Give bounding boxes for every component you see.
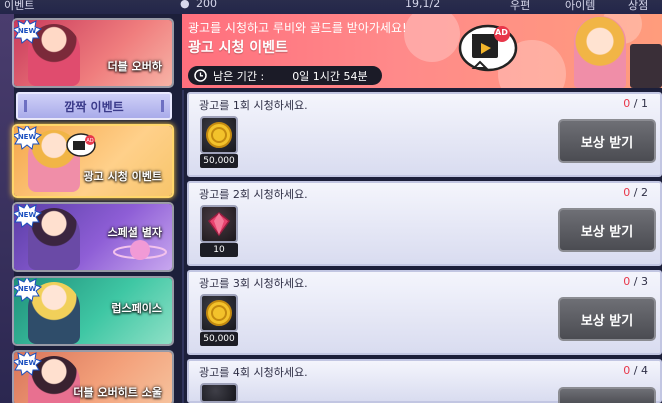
new-badge-icon: NEW [14,204,42,228]
list-divider [182,90,184,403]
mission-row: 광고를 3회 시청하세요. 0 / 3 50,000 보상 받기 [187,270,662,355]
svg-text:NEW: NEW [18,359,37,367]
hud-items[interactable]: 아이템 [565,0,595,13]
new-badge-icon: NEW [14,352,42,376]
event-period: 남은 기간 : 0일 1시간 54분 [188,66,382,85]
claim-reward-button[interactable] [558,387,656,403]
claim-reward-button[interactable]: 보상 받기 [558,208,656,252]
banner-subtitle: 광고를 시청하고 루비와 골드를 받아가세요! [188,21,407,35]
ruby-icon [207,212,231,237]
reward-slot [200,116,238,154]
sidebar-item-label: 더블 오버하 [107,60,162,73]
claim-reward-button[interactable]: 보상 받기 [558,297,656,341]
mission-desc: 광고를 4회 시청하세요. [199,366,308,379]
svg-text:NEW: NEW [18,133,37,141]
sidebar-item-label: 광고 시청 이벤트 [83,170,163,183]
event-sidebar: NEW 더블 오버하 깜짝 이벤트 AD NEW 광고 시청 이벤트 NEW 스… [12,18,178,403]
reward-quantity: 50,000 [200,332,238,346]
mission-row: 광고를 4회 시청하세요. 0 / 4 [187,359,662,403]
mission-progress: 0 / 1 [623,97,648,110]
planet-icon [113,240,167,260]
surprise-event-label: 깜짝 이벤트 [64,99,124,114]
mission-progress: 0 / 4 [623,364,648,377]
period-label: 남은 기간 : [213,69,265,83]
period-value: 0일 1시간 54분 [292,69,368,83]
coin-icon: ● [180,0,190,10]
svg-text:NEW: NEW [18,27,37,35]
sidebar-item-ad-event[interactable]: AD NEW 광고 시청 이벤트 [12,124,174,198]
hud-shop[interactable]: 상점 [628,0,648,13]
reward-quantity: 50,000 [200,154,238,168]
surprise-event-header: 깜짝 이벤트 [16,92,172,120]
mission-desc: 광고를 2회 시청하세요. [199,188,308,201]
gold-coin-icon [206,122,232,148]
mission-progress: 0 / 3 [623,275,648,288]
ad-badge-text: AD [495,28,508,37]
reward-quantity: 10 [200,243,238,257]
sidebar-item-love-space[interactable]: NEW 럽스페이스 [12,276,174,346]
ad-bubble-icon: AD [66,133,96,157]
event-banner: 광고를 시청하고 루비와 골드를 받아가세요! 광고 시청 이벤트 AD 남은 … [182,14,662,88]
new-badge-icon: NEW [14,126,42,150]
mission-desc: 광고를 3회 시청하세요. [199,277,308,290]
ad-video-icon [458,24,518,72]
sidebar-item-label: 더블 오버히트 소울 [73,386,162,399]
hud-score: 19,1/2 [405,0,441,10]
hud-mail[interactable]: 우편 [510,0,530,13]
new-badge-icon: NEW [14,278,42,302]
reward-slot [200,294,238,332]
mission-desc: 광고를 1회 시청하세요. [199,99,308,112]
sidebar-item-label: 스페셜 별자 [107,226,162,239]
hud-event-label: 이벤트 [4,0,35,12]
new-badge-icon: NEW [14,20,42,44]
svg-text:AD: AD [86,138,93,144]
claim-reward-button[interactable]: 보상 받기 [558,119,656,163]
banner-title: 광고 시청 이벤트 [188,40,288,56]
mission-row: 광고를 2회 시청하세요. 0 / 2 10 보상 받기 [187,181,662,266]
gold-coin-icon [206,300,232,326]
sidebar-item-double-overhit[interactable]: NEW 더블 오버하 [12,18,174,88]
sidebar-item-label: 럽스페이스 [111,302,162,315]
sidebar-item-special-star[interactable]: NEW 스페셜 별자 [12,202,174,272]
monitor-prop [630,44,662,88]
mission-row: 광고를 1회 시청하세요. 0 / 1 50,000 보상 받기 [187,92,662,177]
clock-icon [194,69,207,82]
svg-text:NEW: NEW [18,211,37,219]
reward-slot [200,205,238,243]
reward-slot [200,383,238,403]
top-hud: 이벤트 ● 200 19,1/2 우편 아이템 상점 [0,0,662,14]
character-portrait [574,16,626,88]
hud-coins: 200 [196,0,217,10]
sidebar-item-double-overhit-soul[interactable]: NEW 더블 오버히트 소울 [12,350,174,403]
mission-progress: 0 / 2 [623,186,648,199]
svg-text:NEW: NEW [18,285,37,293]
